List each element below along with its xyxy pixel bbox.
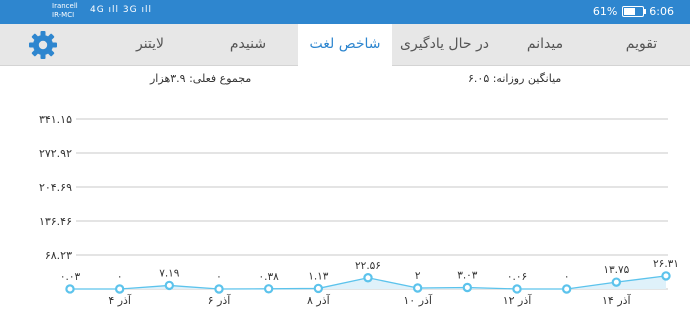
data-label: ۱.۱۳ bbox=[308, 270, 329, 282]
data-point bbox=[661, 271, 671, 281]
word-index-chart: ۰ ۶۸.۲۳ ۱۳۶.۴۶ ۲۰۴.۶۹ ۲۷۲.۹۲ ۳۴۱.۱۵ ۰.۰۳ ۰ ۷.۱۹ ۰… bbox=[39, 113, 679, 307]
x-tick-label: ۱۲ آذر bbox=[503, 293, 533, 307]
y-tick-label: ۲۷۲.۹۲ bbox=[39, 147, 72, 160]
data-label: ۲ bbox=[415, 270, 421, 282]
data-label: ۰.۰۳ bbox=[60, 271, 81, 283]
x-tick-label: ۱۰ آذر bbox=[403, 293, 433, 307]
data-point bbox=[65, 284, 75, 294]
data-point bbox=[561, 284, 572, 294]
data-label: ۰ bbox=[216, 271, 222, 283]
data-label: ۰.۰۶ bbox=[507, 271, 527, 283]
data-label: ۰.۳۸ bbox=[259, 271, 280, 283]
data-point bbox=[363, 273, 373, 283]
data-point bbox=[412, 283, 423, 293]
data-label: ۱۳.۷۵ bbox=[603, 264, 629, 276]
y-tick-label: ۶۸.۲۳ bbox=[45, 249, 72, 262]
data-point bbox=[313, 283, 324, 294]
data-label: ۲۶.۳۱ bbox=[653, 258, 679, 270]
data-label: ۷.۱۹ bbox=[159, 267, 180, 279]
y-tick-label: ۲۰۴.۶۹ bbox=[39, 181, 72, 194]
x-tick-label: ۶ آذر bbox=[208, 293, 232, 307]
data-point bbox=[214, 284, 224, 294]
data-point bbox=[462, 282, 473, 293]
x-tick-label: ۸ آذر bbox=[307, 293, 331, 307]
y-tick-label: ۱۳۶.۴۶ bbox=[39, 215, 72, 228]
data-label: ۰ bbox=[564, 271, 570, 283]
x-tick-label: ۴ آذر bbox=[108, 293, 132, 307]
y-tick-label: ۳۴۱.۱۵ bbox=[39, 113, 72, 126]
data-label: ۳.۰۳ bbox=[457, 269, 478, 281]
data-label: ۰ bbox=[117, 271, 123, 283]
data-point bbox=[164, 280, 175, 291]
data-point bbox=[114, 284, 125, 294]
data-point bbox=[611, 277, 622, 287]
data-label: ۲۲.۵۶ bbox=[355, 260, 381, 272]
x-tick-label: ۱۴ آذر bbox=[602, 293, 632, 307]
data-point bbox=[512, 284, 522, 294]
data-point bbox=[263, 284, 274, 294]
